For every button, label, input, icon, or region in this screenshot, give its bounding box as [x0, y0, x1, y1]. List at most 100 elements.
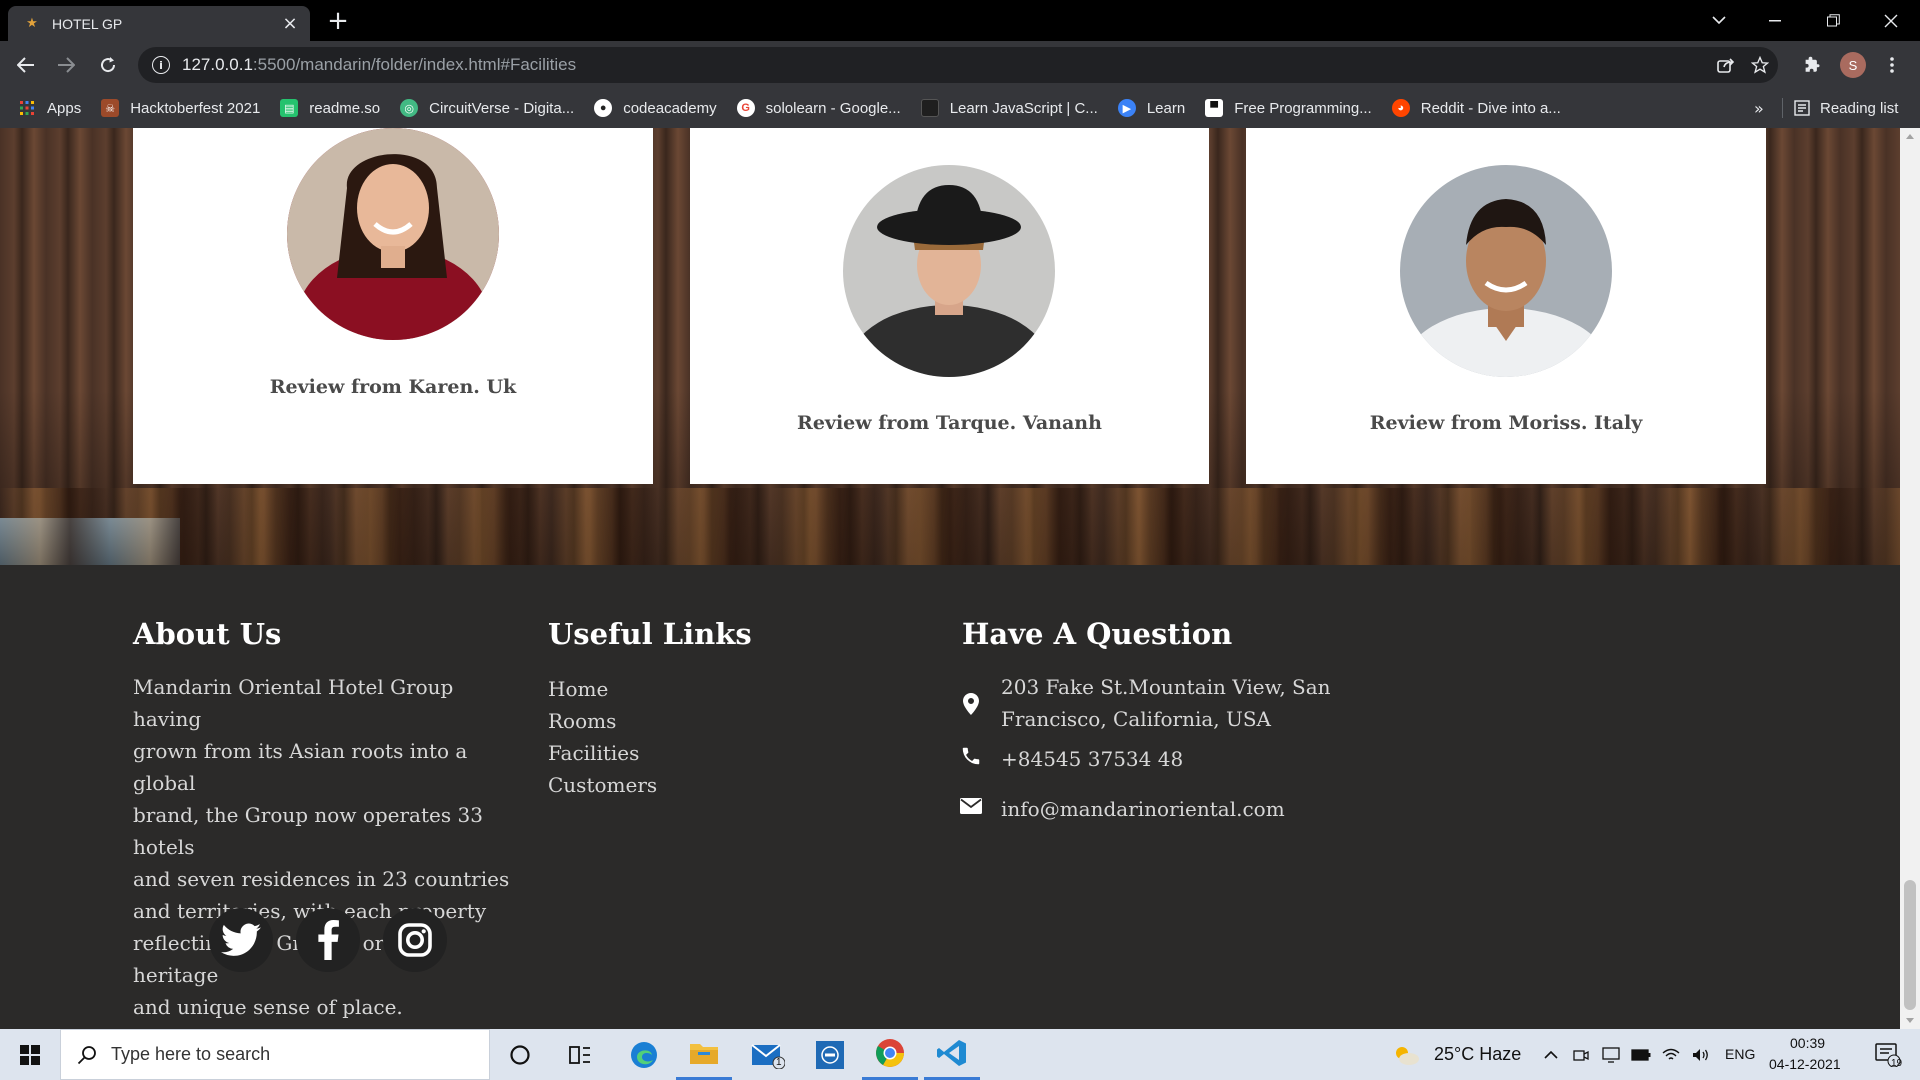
bookmark-apps[interactable]: Apps [18, 99, 81, 117]
about-heading: About Us [133, 617, 282, 651]
phone-icon [960, 745, 982, 767]
clock-time[interactable]: 00:39 [1790, 1035, 1825, 1051]
page-scrollbar[interactable] [1900, 128, 1920, 1029]
wifi-icon[interactable] [1656, 1029, 1686, 1080]
review-card-karen: Review from Karen. Uk [133, 128, 653, 484]
about-line: and unique sense of place. [133, 995, 403, 1019]
google-icon: G [736, 99, 755, 117]
about-line: brand, the Group now operates 33 hotels [133, 803, 483, 859]
reading-list-icon [1794, 100, 1810, 116]
useful-links-heading: Useful Links [548, 617, 752, 651]
bookmarks-bar: Apps ☠ Hacktoberfest 2021 ▤ readme.so ◎ … [0, 88, 1920, 128]
restore-button[interactable] [1808, 0, 1858, 41]
browser-tab[interactable]: ★ HOTEL GP × [8, 6, 310, 41]
codeacademy-icon: ● [594, 99, 613, 117]
footer-link-customers[interactable]: Customers [548, 773, 657, 797]
mail-badge: 1 [776, 1057, 782, 1068]
bookmark-readme[interactable]: ▤ readme.so [280, 99, 380, 117]
learn-icon: ▶ [1117, 99, 1136, 117]
address-line: 203 Fake St.Mountain View, San [1001, 675, 1331, 699]
browser-titlebar: ★ HOTEL GP × + [0, 0, 1920, 41]
bookmark-learn-javascript[interactable]: Learn JavaScript | C... [920, 99, 1098, 117]
address-bar[interactable]: i 127.0.0.1:5500/mandarin/folder/index.h… [138, 47, 1778, 83]
scroll-down-icon[interactable] [1906, 1018, 1914, 1023]
tab-search-icon[interactable] [1694, 0, 1744, 41]
profile-avatar[interactable]: S [1840, 52, 1866, 78]
close-tab-icon[interactable]: × [280, 13, 300, 34]
task-view-icon[interactable] [552, 1029, 608, 1080]
footer-link-rooms[interactable]: Rooms [548, 709, 616, 733]
site-info-icon[interactable]: i [152, 56, 170, 74]
bookmark-free-programming[interactable]: ▀ Free Programming... [1205, 99, 1372, 117]
phone-number[interactable]: +84545 37534 48 [1001, 747, 1183, 771]
free-programming-icon: ▀ [1205, 99, 1224, 117]
reviewer-avatar [287, 128, 499, 340]
review-card-moriss: Review from Moriss. Italy [1246, 128, 1766, 484]
review-title: Review from Tarque. Vananh [797, 412, 1102, 434]
language-indicator[interactable]: ENG [1725, 1046, 1755, 1062]
edge-icon[interactable] [616, 1029, 672, 1080]
bookmark-label: Apps [47, 99, 82, 117]
clock-date[interactable]: 04-12-2021 [1769, 1056, 1841, 1072]
bookmark-codeacademy[interactable]: ● codeacademy [594, 99, 717, 117]
apps-grid-icon [18, 99, 36, 117]
bookmark-label: Hacktoberfest 2021 [130, 99, 261, 117]
reload-icon[interactable] [92, 49, 124, 81]
display-icon[interactable] [1596, 1029, 1626, 1080]
vscode-icon[interactable] [924, 1029, 980, 1080]
bookmark-label: codeacademy [623, 99, 717, 117]
file-explorer-icon[interactable] [676, 1029, 732, 1080]
map-pin-icon [960, 693, 982, 715]
twitter-link[interactable] [209, 908, 273, 972]
meet-now-icon[interactable] [1566, 1029, 1596, 1080]
extensions-icon[interactable] [1796, 49, 1828, 81]
taskbar-search-input[interactable]: Type here to search [60, 1029, 490, 1080]
instagram-link[interactable] [383, 908, 447, 972]
browser-menu-icon[interactable] [1876, 49, 1908, 81]
close-window-button[interactable] [1866, 0, 1916, 41]
minimize-button[interactable] [1750, 0, 1800, 41]
bookmarks-divider [1782, 98, 1783, 118]
new-tab-button[interactable]: + [324, 7, 352, 35]
about-line: Mandarin Oriental Hotel Group having [133, 675, 454, 731]
weather-icon[interactable] [1386, 1029, 1426, 1080]
bookmark-label: Learn JavaScript | C... [949, 99, 1098, 117]
bookmark-reddit[interactable]: ◕ Reddit - Dive into a... [1391, 99, 1561, 117]
forward-icon[interactable] [50, 49, 82, 81]
site-footer: About Us Mandarin Oriental Hotel Group h… [0, 565, 1900, 1029]
bookmark-label: Free Programming... [1234, 99, 1372, 117]
address-line: Francisco, California, USA [1001, 707, 1271, 731]
start-button[interactable] [0, 1029, 60, 1080]
mail-icon[interactable]: 1 [740, 1029, 796, 1080]
weather-text[interactable]: 25°C Haze [1434, 1044, 1521, 1065]
dell-app-icon[interactable] [802, 1029, 858, 1080]
volume-icon[interactable] [1686, 1029, 1716, 1080]
bookmark-star-icon[interactable] [1742, 47, 1778, 83]
bookmark-circuitverse[interactable]: ◎ CircuitVerse - Digita... [400, 99, 574, 117]
scroll-thumb[interactable] [1904, 880, 1916, 1010]
back-icon[interactable] [10, 49, 42, 81]
reading-list-button[interactable]: Reading list [1794, 88, 1898, 128]
chevron-up-icon[interactable] [1536, 1029, 1566, 1080]
battery-icon[interactable] [1626, 1029, 1656, 1080]
facebook-link[interactable] [296, 908, 360, 972]
notifications-icon[interactable]: 19 [1862, 1029, 1914, 1080]
more-bookmarks-button[interactable]: » [1754, 88, 1764, 128]
facebook-icon [318, 920, 339, 960]
chrome-icon[interactable] [862, 1029, 918, 1080]
cortana-icon[interactable] [492, 1029, 548, 1080]
reddit-icon: ◕ [1391, 99, 1410, 117]
envelope-icon [960, 795, 982, 817]
review-title: Review from Moriss. Italy [1369, 412, 1643, 434]
email-address[interactable]: info@mandarinoriental.com [1001, 797, 1285, 821]
tab-title: HOTEL GP [52, 15, 123, 32]
share-icon[interactable] [1708, 47, 1744, 83]
footer-link-facilities[interactable]: Facilities [548, 741, 639, 765]
notification-count: 19 [1891, 1058, 1903, 1069]
footer-link-home[interactable]: Home [548, 677, 608, 701]
scroll-up-icon[interactable] [1906, 134, 1914, 139]
bookmark-sololearn[interactable]: G sololearn - Google... [736, 99, 901, 117]
bookmark-learn[interactable]: ▶ Learn [1117, 99, 1185, 117]
url-path: :5500/mandarin/folder/index.html#Facilit… [252, 55, 577, 74]
bookmark-hacktoberfest[interactable]: ☠ Hacktoberfest 2021 [101, 99, 260, 117]
